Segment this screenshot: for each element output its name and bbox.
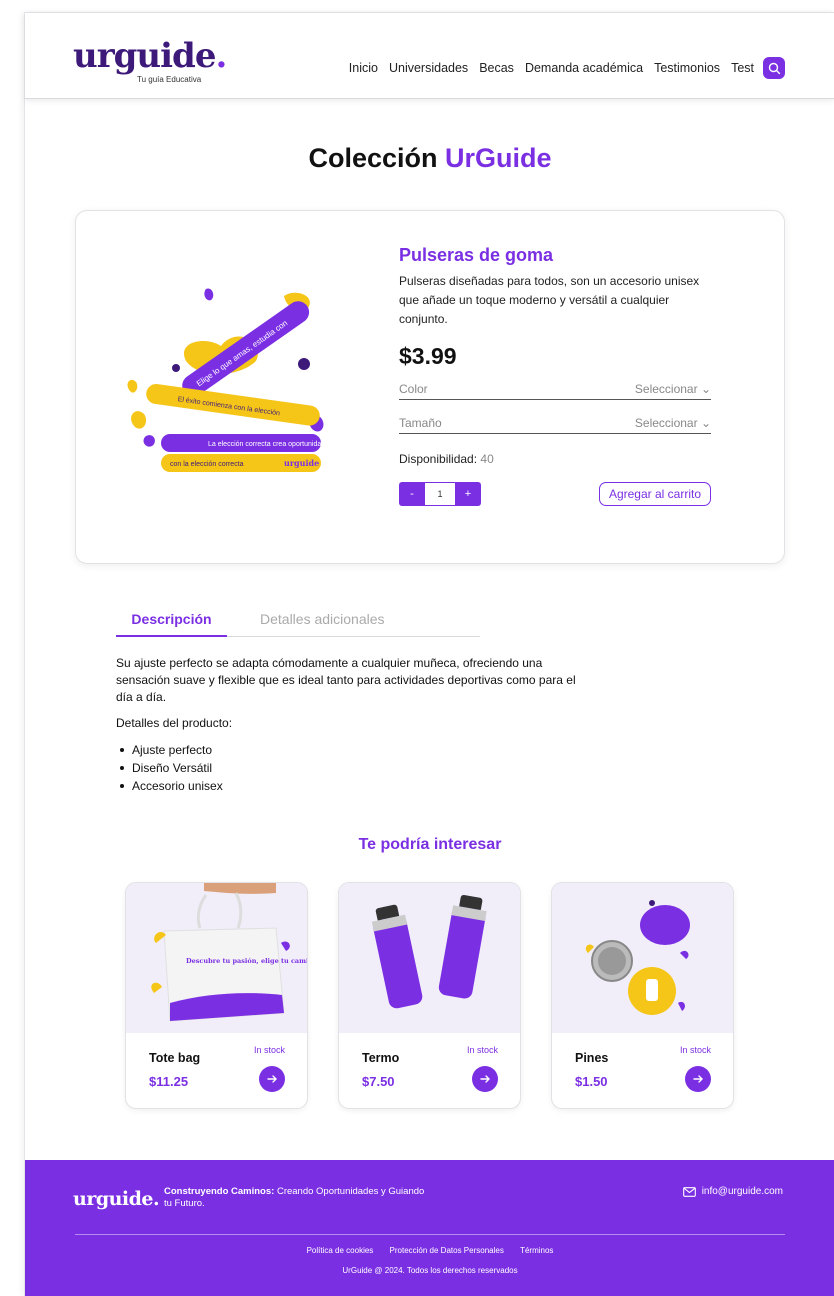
- stock-label: In stock: [679, 1045, 711, 1055]
- chevron-down-icon: ⌄: [700, 381, 711, 396]
- nav-test[interactable]: Test: [731, 61, 754, 75]
- view-product-button[interactable]: [685, 1066, 711, 1092]
- features-list: Ajuste perfecto Diseño Versátil Accesori…: [116, 741, 586, 795]
- arrow-right-icon: [267, 1075, 277, 1083]
- nav-inicio[interactable]: Inicio: [349, 61, 378, 75]
- availability-count: 40: [480, 452, 494, 466]
- product-name: Tote bag: [149, 1051, 201, 1065]
- link-data-protection[interactable]: Protección de Datos Personales: [390, 1246, 504, 1255]
- chevron-down-icon: ⌄: [700, 415, 711, 430]
- product-price: $7.50: [362, 1074, 395, 1089]
- product-tabs: Descripción Detalles adicionales: [116, 611, 480, 637]
- nav-universidades[interactable]: Universidades: [389, 61, 468, 75]
- footer-tagline: Construyendo Caminos: Creando Oportunida…: [164, 1186, 425, 1209]
- stock-label: In stock: [466, 1045, 498, 1055]
- search-button[interactable]: [763, 57, 785, 79]
- page-title-accent: UrGuide: [445, 143, 552, 173]
- product-price: $3.99: [399, 343, 457, 369]
- related-card-tote-bag[interactable]: Descubre tu pasión, elige tu camino. In …: [125, 882, 308, 1109]
- footer-divider: [75, 1234, 785, 1235]
- page-frame: urguide. Tu guía Educativa Inicio Univer…: [24, 12, 834, 1296]
- related-card-termo[interactable]: In stock Termo $7.50: [338, 882, 521, 1109]
- logo-text: urguide: [73, 36, 216, 76]
- color-label: Color: [399, 381, 428, 396]
- thermos-image: [339, 883, 520, 1033]
- list-item: Ajuste perfecto: [120, 741, 586, 759]
- product-price: $1.50: [575, 1074, 608, 1089]
- arrow-right-icon: [480, 1075, 490, 1083]
- product-name: Pulseras de goma: [399, 245, 554, 265]
- view-product-button[interactable]: [259, 1066, 285, 1092]
- logo-dot: .: [215, 36, 227, 76]
- size-select[interactable]: Tamaño Seleccionar ⌄: [399, 412, 711, 434]
- product-name: Pines: [575, 1051, 609, 1065]
- product-price: $11.25: [149, 1074, 189, 1089]
- size-label: Tamaño: [399, 415, 442, 430]
- footer-email[interactable]: info@urguide.com: [682, 1186, 783, 1197]
- features-title: Detalles del producto:: [116, 716, 233, 730]
- product-description: Pulseras diseñadas para todos, son un ac…: [399, 274, 700, 326]
- footer-logo[interactable]: urguide.: [73, 1188, 160, 1210]
- product-info: Pulseras de goma Pulseras diseñadas para…: [399, 245, 711, 506]
- site-header: urguide. Tu guía Educativa Inicio Univer…: [25, 13, 834, 99]
- description-content: Su ajuste perfecto se adapta cómodamente…: [116, 655, 586, 795]
- list-item: Accesorio unisex: [120, 777, 586, 795]
- page-title: Colección UrGuide: [308, 143, 552, 173]
- main-nav: Inicio Universidades Becas Demanda acadé…: [349, 57, 785, 79]
- nav-testimonios[interactable]: Testimonios: [654, 61, 720, 75]
- bracelet-text-3: La elección correcta crea oportunidades: [208, 441, 333, 448]
- tab-descripcion[interactable]: Descripción: [116, 611, 227, 637]
- pins-image: [552, 883, 733, 1033]
- add-to-cart-button[interactable]: Agregar al carrito: [598, 482, 711, 506]
- qty-input[interactable]: 1: [425, 482, 455, 506]
- qty-decrease-button[interactable]: -: [399, 482, 425, 506]
- logo-subtitle: Tu guía Educativa: [137, 75, 202, 84]
- list-item: Diseño Versátil: [120, 759, 586, 777]
- product-name: Termo: [362, 1051, 400, 1065]
- tote-text: Descubre tu pasión, elige tu camino.: [186, 957, 308, 965]
- tote-bag-image: Descubre tu pasión, elige tu camino.: [126, 883, 308, 1033]
- related-card-pines[interactable]: In stock Pines $1.50: [551, 882, 734, 1109]
- color-value: Seleccionar: [634, 381, 698, 396]
- product-card: Elige lo que amas, estudia con El éxito …: [75, 210, 785, 564]
- qty-increase-button[interactable]: +: [455, 482, 481, 506]
- link-cookies[interactable]: Política de cookies: [307, 1246, 374, 1255]
- nav-becas[interactable]: Becas: [479, 61, 514, 75]
- stock-label: In stock: [253, 1045, 285, 1055]
- size-value: Seleccionar: [634, 415, 698, 430]
- view-product-button[interactable]: [472, 1066, 498, 1092]
- availability: Disponibilidad: 40: [399, 452, 494, 466]
- bracelets-image: Elige lo que amas, estudia con El éxito …: [127, 288, 333, 472]
- tab-detalles-adicionales[interactable]: Detalles adicionales: [260, 611, 385, 637]
- quantity-stepper: - 1 +: [399, 482, 481, 506]
- search-icon: [768, 62, 780, 74]
- mail-icon: [682, 1186, 696, 1197]
- logo[interactable]: urguide. Tu guía Educativa: [73, 36, 227, 84]
- related-title: Te podría interesar: [358, 836, 502, 853]
- description-paragraph: Su ajuste perfecto se adapta cómodamente…: [116, 656, 576, 704]
- footer-links: Política de cookies Protección de Datos …: [25, 1246, 834, 1255]
- product-actions: - 1 + Agregar al carrito: [399, 482, 711, 506]
- site-footer: urguide. Construyendo Caminos: Creando O…: [25, 1160, 834, 1296]
- copyright: UrGuide @ 2024. Todos los derechos reser…: [342, 1266, 518, 1275]
- bracelet-logo: urguide: [284, 458, 319, 468]
- link-terms[interactable]: Términos: [520, 1246, 553, 1255]
- arrow-right-icon: [693, 1075, 703, 1083]
- bracelet-text-4: con la elección correcta: [170, 461, 244, 468]
- color-select[interactable]: Color Seleccionar ⌄: [399, 378, 711, 400]
- nav-demanda-academica[interactable]: Demanda académica: [525, 61, 643, 75]
